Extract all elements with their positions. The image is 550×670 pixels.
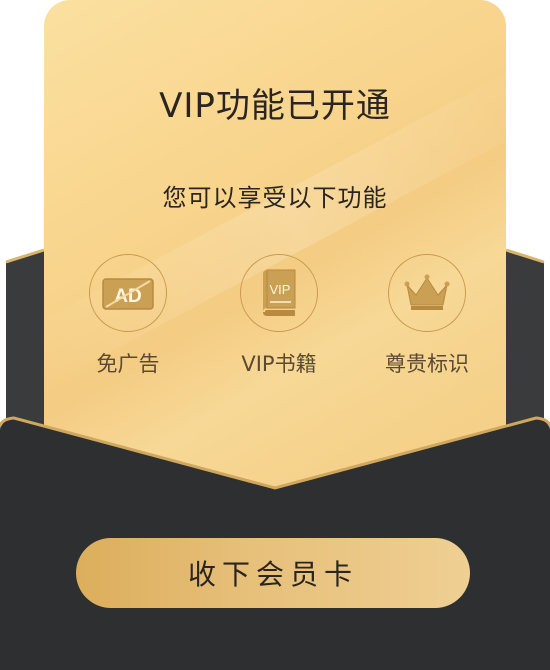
vip-activated-dialog: VIP功能已开通 您可以享受以下功能 AD 免广告 VIP VIP书籍 尊贵标识… (0, 0, 550, 670)
accept-card-button[interactable]: 收下会员卡 (76, 538, 470, 608)
